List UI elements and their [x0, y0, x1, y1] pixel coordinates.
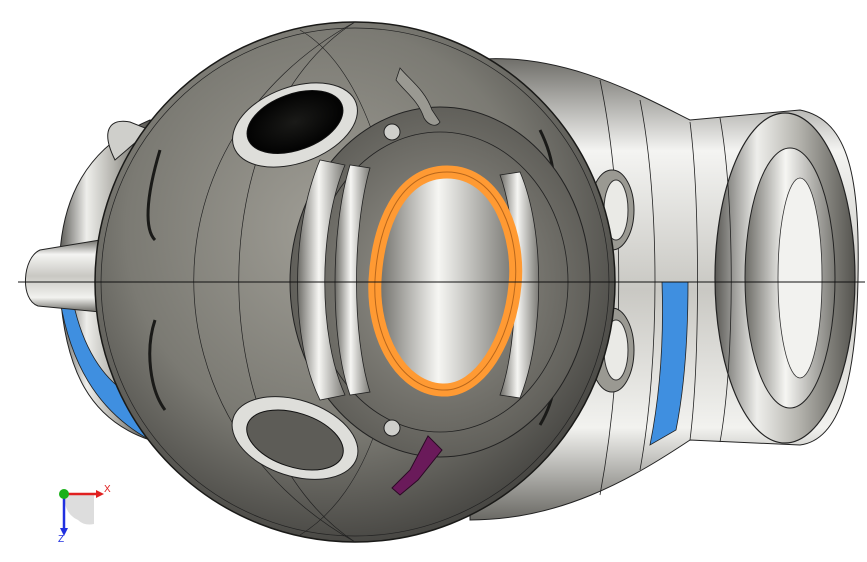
- z-axis-label: Z: [58, 534, 65, 545]
- coordinate-triad: X Z Y: [44, 480, 124, 550]
- rear-stub: [25, 239, 101, 313]
- triad-icon: [59, 489, 104, 536]
- x-axis-label: X: [104, 484, 111, 495]
- graphics-viewport[interactable]: X Z Y: [0, 0, 867, 562]
- 3d-model-view[interactable]: [0, 0, 867, 562]
